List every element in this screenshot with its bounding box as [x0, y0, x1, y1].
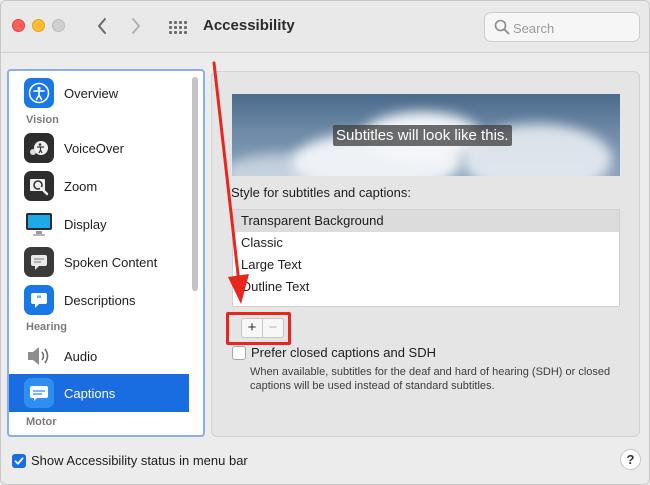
speech-bubble-icon [24, 247, 54, 277]
subtitle-preview: Subtitles will look like this. [232, 94, 620, 176]
sidebar-scrollbar[interactable] [192, 77, 198, 291]
sidebar-item-descriptions[interactable]: " Descriptions [9, 282, 189, 318]
sidebar-item-zoom[interactable]: Zoom [9, 168, 189, 204]
prefer-captions-checkbox[interactable] [232, 346, 246, 360]
back-button[interactable] [89, 13, 115, 39]
sidebar-item-spoken-content[interactable]: Spoken Content [9, 244, 189, 280]
chevron-left-icon [98, 18, 106, 34]
sidebar-item-label: Zoom [64, 178, 98, 194]
section-header-motor: Motor [26, 416, 57, 428]
preferences-window: Accessibility Overview Vision VoiceOver … [0, 0, 650, 485]
toolbar: Accessibility [1, 1, 649, 53]
show-all-grid-button[interactable] [167, 16, 189, 38]
search-icon [494, 19, 510, 35]
svg-text:": " [37, 295, 42, 306]
list-item-style[interactable]: Outline Text [233, 276, 619, 298]
close-window-button[interactable] [12, 19, 25, 32]
quote-bubble-icon: " [24, 285, 54, 315]
sidebar-item-label: Overview [64, 85, 119, 101]
sidebar-item-label: Display [64, 216, 107, 232]
style-section-label: Style for subtitles and captions: [231, 185, 411, 200]
sidebar-item-label: Spoken Content [64, 254, 158, 270]
minimize-window-button[interactable] [32, 19, 45, 32]
sidebar-item-audio[interactable]: Audio [9, 338, 189, 374]
sidebar-item-label: Descriptions [64, 292, 136, 308]
search-input[interactable] [513, 19, 633, 37]
sidebar-item-voiceover[interactable]: VoiceOver [9, 130, 189, 166]
list-item-style[interactable]: Large Text [233, 254, 619, 276]
section-header-hearing: Hearing [26, 321, 67, 333]
prefer-captions-description: When available, subtitles for the deaf a… [250, 366, 611, 392]
sidebar: Overview Vision VoiceOver Zoom Display S… [7, 69, 205, 437]
window-title: Accessibility [203, 17, 295, 34]
help-button[interactable]: ? [620, 449, 641, 470]
preview-caption-text: Subtitles will look like this. [333, 125, 512, 146]
sidebar-item-captions[interactable]: Captions [9, 374, 189, 412]
search-field[interactable] [484, 12, 640, 42]
sidebar-item-label: Captions [64, 385, 116, 401]
sidebar-item-label: VoiceOver [64, 140, 124, 156]
zoom-window-button[interactable] [52, 19, 65, 32]
captions-panel: Subtitles will look like this. Style for… [211, 71, 640, 437]
list-item-style[interactable]: Classic [233, 232, 619, 254]
prefer-captions-label: Prefer closed captions and SDH [251, 345, 436, 360]
chevron-right-icon [132, 18, 140, 34]
checkmark-icon [14, 457, 24, 465]
accessibility-icon [24, 78, 54, 108]
voiceover-icon [24, 133, 54, 163]
sidebar-item-display[interactable]: Display [9, 206, 189, 242]
display-icon [24, 209, 54, 239]
list-item-style[interactable]: Transparent Background [233, 210, 619, 232]
section-header-vision: Vision [26, 114, 59, 126]
show-status-label: Show Accessibility status in menu bar [31, 453, 248, 468]
speaker-icon [24, 341, 54, 371]
show-status-checkbox[interactable] [12, 454, 26, 468]
captions-icon [24, 378, 54, 408]
sidebar-item-label: Audio [64, 348, 98, 364]
annotation-highlight-box [226, 312, 291, 345]
forward-button[interactable] [123, 13, 149, 39]
caption-style-list: Transparent Background Classic Large Tex… [232, 209, 620, 307]
zoom-icon [24, 171, 54, 201]
sidebar-item-overview[interactable]: Overview [9, 75, 189, 111]
